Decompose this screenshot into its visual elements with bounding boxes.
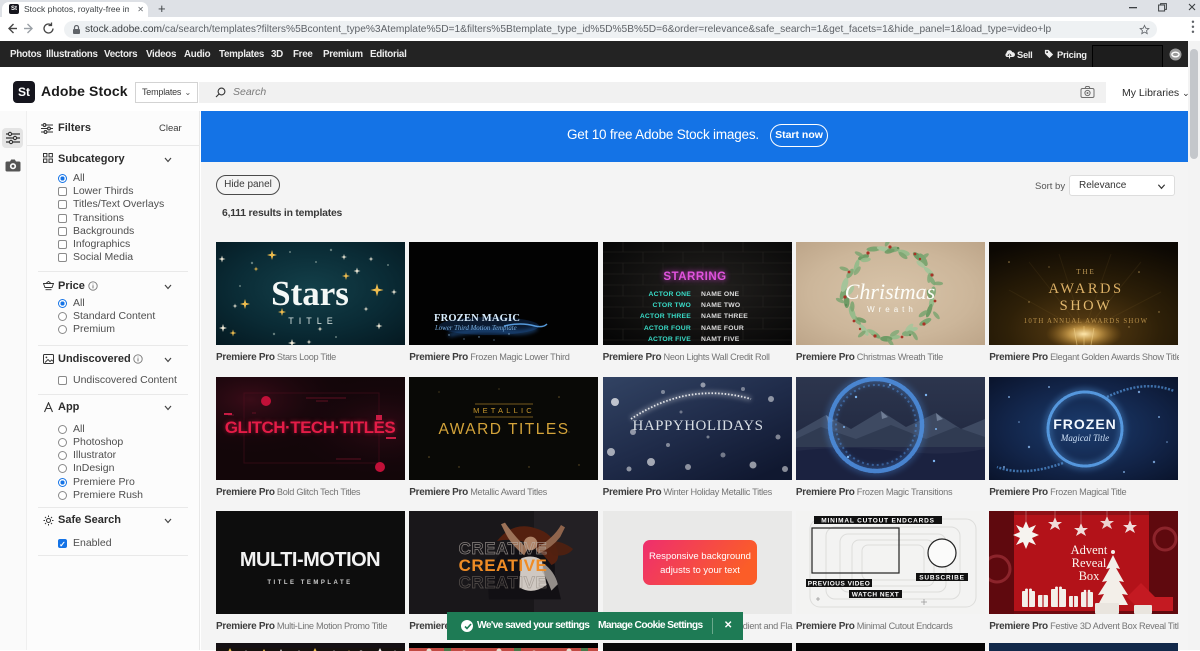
svg-text:ACTOR FOUR: ACTOR FOUR: [643, 325, 690, 332]
svg-text:NAME ONE: NAME ONE: [701, 291, 739, 298]
svg-text:HAPPYHOLIDAYS: HAPPYHOLIDAYS: [632, 418, 763, 434]
svg-text:SHOW: SHOW: [1060, 298, 1113, 314]
svg-text:TITLE: TITLE: [288, 316, 338, 326]
svg-text:THE: THE: [1076, 268, 1096, 276]
svg-text:Wreath: Wreath: [867, 305, 917, 314]
svg-text:AWARD TITLES: AWARD TITLES: [439, 421, 570, 438]
svg-text:METALLIC: METALLIC: [473, 406, 535, 415]
svg-text:STARRING: STARRING: [663, 271, 726, 283]
svg-text:FROZEN MAGIC: FROZEN MAGIC: [434, 313, 520, 324]
svg-text:Christmas: Christmas: [845, 279, 935, 304]
svg-text:NAME TWO: NAME TWO: [701, 302, 740, 309]
svg-text:NAME THREE: NAME THREE: [701, 313, 748, 320]
svg-text:AWARDS: AWARDS: [1049, 281, 1124, 297]
svg-text:GLITCH·TECH·TITLES: GLITCH·TECH·TITLES: [225, 418, 396, 437]
svg-text:TITLE TEMPLATE: TITLE TEMPLATE: [267, 580, 352, 586]
svg-text:CTOR TWO: CTOR TWO: [652, 302, 690, 309]
svg-text:PREVIOUS VIDEO: PREVIOUS VIDEO: [808, 581, 871, 588]
svg-text:Reveal: Reveal: [1072, 556, 1107, 570]
svg-text:MULTI-MOTION: MULTI-MOTION: [240, 549, 380, 571]
svg-text:NAME FOUR: NAME FOUR: [701, 325, 744, 332]
svg-text:adjusts to your text: adjusts to your text: [660, 565, 740, 576]
svg-text:WATCH NEXT: WATCH NEXT: [852, 592, 900, 599]
svg-text:10TH ANNUAL AWARDS SHOW: 10TH ANNUAL AWARDS SHOW: [1024, 318, 1148, 325]
svg-text:ACTOR ONE: ACTOR ONE: [648, 291, 691, 298]
svg-text:NAMT FIVE: NAMT FIVE: [701, 336, 740, 343]
svg-text:SUBSCRIBE: SUBSCRIBE: [919, 575, 964, 582]
svg-text:Box: Box: [1079, 569, 1101, 583]
svg-text:ACTOR FIVE: ACTOR FIVE: [648, 336, 691, 343]
svg-text:Stars: Stars: [271, 274, 349, 313]
svg-text:Responsive background: Responsive background: [649, 551, 751, 562]
svg-text:Lower Third Motion Template: Lower Third Motion Template: [434, 325, 517, 332]
svg-text:Advent: Advent: [1071, 543, 1108, 557]
svg-text:MINIMAL CUTOUT ENDCARDS: MINIMAL CUTOUT ENDCARDS: [821, 518, 935, 525]
svg-text:ACTOR THREE: ACTOR THREE: [639, 313, 690, 320]
svg-text:Magical Title: Magical Title: [1060, 433, 1109, 443]
svg-text:FROZEN: FROZEN: [1053, 416, 1117, 432]
svg-text:CREATIVE: CREATIVE: [459, 573, 548, 592]
